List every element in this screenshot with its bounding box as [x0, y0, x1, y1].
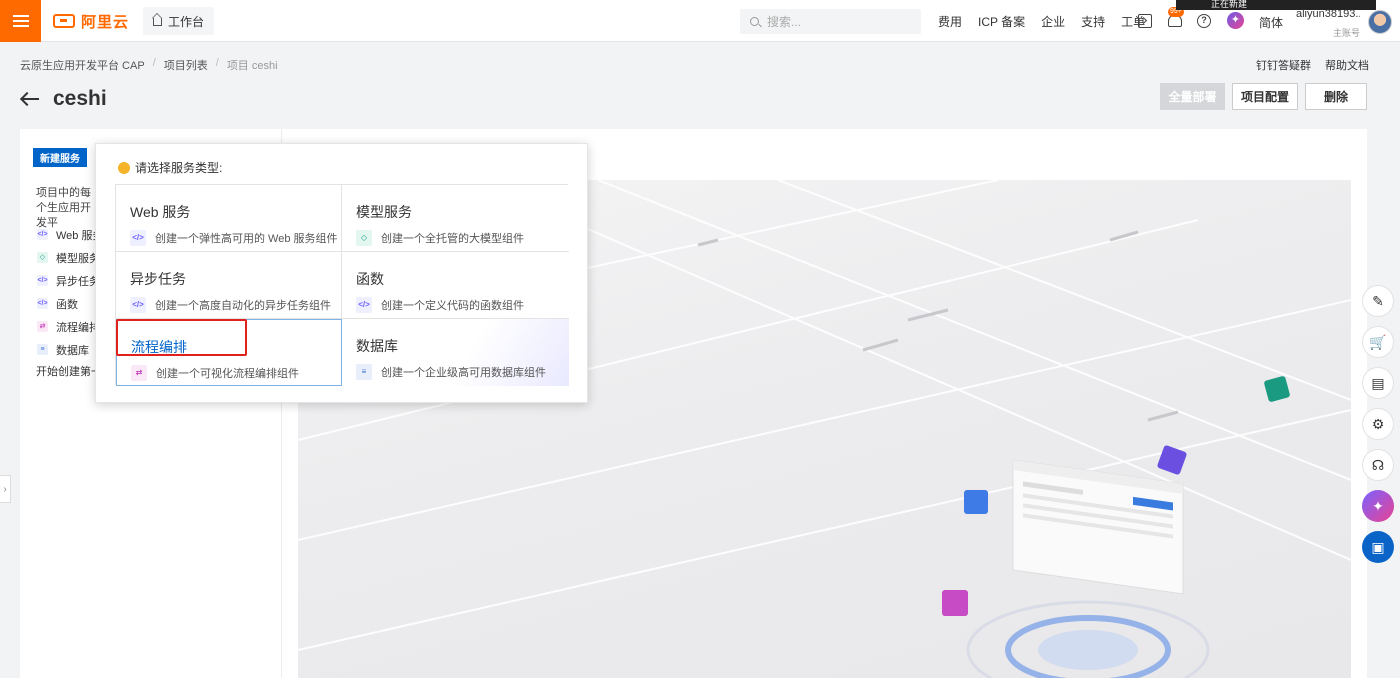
cube-icon: ◇ — [37, 252, 48, 263]
list-item[interactable]: </> 异步任务 — [37, 269, 103, 292]
search-input[interactable]: 搜索... — [740, 9, 921, 34]
sidebar-collapse-toggle[interactable]: › — [0, 475, 11, 503]
database-icon: ≡ — [37, 344, 48, 355]
deploy-all-button[interactable]: 全量部署 — [1160, 83, 1225, 110]
service-type-list: </> Web 服务 ◇ 模型服务 </> 异步任务 </> 函数 ⇄ 流程编排 ≡ 数据库 — [37, 223, 103, 361]
help-icon[interactable]: ? — [1197, 14, 1211, 28]
list-item[interactable]: ≡ 数据库 — [37, 338, 103, 361]
list-item[interactable]: ⇄ 流程编排 — [37, 315, 103, 338]
terminal-icon[interactable] — [1138, 14, 1152, 28]
flow-icon: ⇄ — [131, 365, 147, 381]
nav-link-enterprise[interactable]: 企业 — [1041, 13, 1065, 30]
dingtalk-group-link[interactable]: 钉钉答疑群 — [1256, 57, 1311, 73]
edit-icon[interactable]: ✎ — [1362, 285, 1394, 317]
breadcrumb-separator: / — [152, 57, 156, 69]
service-card-workflow[interactable]: 流程编排 ⇄ 创建一个可视化流程编排组件 — [116, 319, 342, 386]
service-card-web[interactable]: Web 服务 </> 创建一个弹性高可用的 Web 服务组件 — [116, 185, 342, 252]
nav-link-billing[interactable]: 费用 — [938, 13, 962, 30]
list-item[interactable]: </> 函数 — [37, 292, 103, 315]
service-card-model[interactable]: 模型服务 ◇ 创建一个全托管的大模型组件 — [342, 185, 569, 252]
help-links: 钉钉答疑群 帮助文档 — [1242, 57, 1369, 73]
service-type-dropdown: 请选择服务类型: Web 服务 </> 创建一个弹性高可用的 Web 服务组件 模… — [95, 143, 588, 403]
ai-assistant-icon[interactable]: ✦ — [1227, 12, 1244, 29]
list-item[interactable]: ◇ 模型服务 — [37, 246, 103, 269]
code-icon: </> — [130, 297, 146, 313]
help-docs-link[interactable]: 帮助文档 — [1325, 57, 1369, 73]
breadcrumb-item-current: 项目 ceshi — [226, 60, 278, 72]
cube-icon: ◇ — [356, 230, 372, 246]
dropdown-heading: 请选择服务类型: — [118, 159, 222, 176]
code-icon: </> — [130, 230, 146, 246]
home-icon — [153, 18, 162, 26]
nav-link-support[interactable]: 支持 — [1081, 13, 1105, 30]
logo-mark-icon — [53, 14, 75, 28]
top-nav-bar: 阿里云 工作台 搜索... 费用 ICP 备案 企业 支持 工单 99+ ? ✦… — [0, 0, 1400, 42]
database-icon: ≡ — [356, 364, 372, 380]
avatar[interactable] — [1368, 10, 1392, 34]
headset-icon[interactable]: ☊ — [1362, 449, 1394, 481]
start-create-hint: 开始创建第一 — [36, 366, 102, 378]
top-nav-links: 费用 ICP 备案 企业 支持 工单 — [938, 0, 1161, 42]
gear-icon[interactable]: ⚙ — [1362, 408, 1394, 440]
nav-link-icp[interactable]: ICP 备案 — [978, 13, 1025, 30]
hamburger-menu-button[interactable] — [0, 0, 41, 42]
page-header: ceshi — [20, 87, 107, 111]
breadcrumb-item-cap[interactable]: 云原生应用开发平台 CAP — [20, 57, 145, 73]
back-arrow-icon[interactable] — [20, 92, 40, 106]
service-card-function[interactable]: 函数 </> 创建一个定义代码的函数组件 — [342, 252, 569, 319]
menu-icon — [12, 20, 29, 22]
list-item[interactable]: </> Web 服务 — [37, 223, 103, 246]
workbench-button[interactable]: 工作台 — [143, 7, 215, 35]
user-name: aliyun38193... — [1296, 8, 1360, 20]
breadcrumb: 云原生应用开发平台 CAP / 项目列表 / 项目 ceshi — [20, 57, 286, 73]
floating-toolbar: ✎ 🛒 ▤ ⚙ ☊ ✦ ▣ — [1362, 285, 1394, 572]
code-icon: </> — [356, 297, 372, 313]
project-config-button[interactable]: 项目配置 — [1232, 83, 1298, 110]
breadcrumb-item-projects[interactable]: 项目列表 — [164, 57, 208, 73]
code-icon: </> — [37, 275, 48, 286]
user-role: 主账号 — [1332, 28, 1360, 38]
calculator-icon[interactable]: ▤ — [1362, 367, 1394, 399]
search-icon — [750, 17, 759, 26]
language-switch[interactable]: 简体 — [1259, 14, 1283, 31]
smile-icon — [118, 161, 130, 174]
service-type-grid: Web 服务 </> 创建一个弹性高可用的 Web 服务组件 模型服务 ◇ 创建一个… — [115, 184, 569, 386]
service-card-async-task[interactable]: 异步任务 </> 创建一个高度自动化的异步任务组件 — [116, 252, 342, 319]
breadcrumb-separator: / — [215, 57, 219, 69]
cart-icon[interactable]: 🛒 — [1362, 326, 1394, 358]
aliyun-logo[interactable]: 阿里云 — [53, 11, 129, 31]
apps-icon[interactable]: ▣ — [1362, 531, 1394, 563]
ai-assistant-icon[interactable]: ✦ — [1362, 490, 1394, 522]
code-icon: </> — [37, 229, 48, 240]
new-service-button[interactable]: 新建服务 — [33, 148, 87, 167]
code-icon: </> — [37, 298, 48, 309]
service-card-database[interactable]: 数据库 ≡ 创建一个企业级高可用数据库组件 — [342, 319, 569, 386]
page-title: ceshi — [53, 87, 107, 110]
flow-icon: ⇄ — [37, 321, 48, 332]
user-menu[interactable]: aliyun38193... 主账号 — [1296, 8, 1360, 39]
delete-button[interactable]: 删除 — [1305, 83, 1367, 110]
